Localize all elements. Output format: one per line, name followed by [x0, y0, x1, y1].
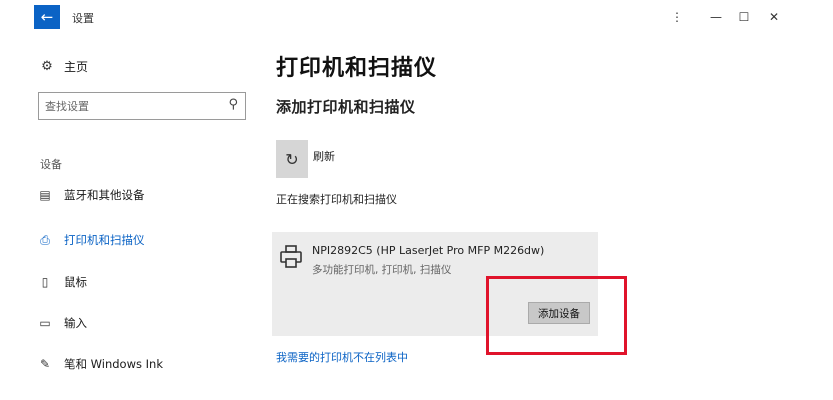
- sidebar-item-label: 输入: [64, 316, 87, 330]
- home-label: 主页: [64, 60, 89, 74]
- printer-not-listed-link[interactable]: 我需要的打印机不在列表中: [276, 349, 408, 365]
- window-title: 设置: [72, 12, 94, 25]
- section-label-devices: 设备: [40, 158, 62, 171]
- back-arrow-icon: ←: [40, 8, 54, 26]
- search-input[interactable]: [45, 98, 215, 114]
- sidebar-item-mouse[interactable]: ▯ 鼠标: [38, 271, 87, 293]
- search-icon[interactable]: ⚲: [228, 97, 238, 112]
- sidebar-item-pen[interactable]: ✎ 笔和 Windows Ink: [38, 353, 163, 375]
- search-box: ⚲: [38, 92, 246, 120]
- maximize-button[interactable]: ☐: [734, 7, 754, 27]
- close-button[interactable]: ✕: [764, 7, 784, 27]
- refresh-button[interactable]: ↻: [276, 140, 308, 178]
- minimize-icon: —: [710, 10, 722, 24]
- sidebar-home[interactable]: ⚙ 主页: [40, 58, 88, 75]
- close-icon: ✕: [768, 10, 780, 24]
- add-printers-heading: 添加打印机和扫描仪: [276, 98, 416, 116]
- sidebar-item-label: 笔和 Windows Ink: [64, 357, 163, 371]
- sidebar-item-label: 蓝牙和其他设备: [64, 188, 145, 202]
- sidebar-item-typing[interactable]: ▭ 输入: [38, 312, 87, 334]
- maximize-icon: ☐: [738, 10, 750, 24]
- sidebar-item-bluetooth[interactable]: ▤ 蓝牙和其他设备: [38, 184, 145, 206]
- mouse-icon: ▯: [41, 275, 49, 289]
- device-type: 多功能打印机, 打印机, 扫描仪: [312, 264, 452, 276]
- keyboard-icon: ▭: [39, 316, 51, 330]
- refresh-icon: ↻: [285, 149, 299, 169]
- sidebar-item-label: 鼠标: [64, 275, 87, 289]
- refresh-label: 刷新: [313, 150, 335, 163]
- printer-icon: ⎙: [40, 232, 50, 247]
- title-bar: ← 设置 ⋮ — ☐ ✕: [0, 0, 833, 34]
- bluetooth-devices-icon: ▤: [39, 188, 51, 202]
- page-title: 打印机和扫描仪: [276, 56, 438, 81]
- pen-icon: ✎: [39, 357, 51, 371]
- highlight-annotation: [486, 276, 627, 355]
- home-gear-icon: ⚙: [41, 59, 53, 74]
- sidebar-item-printers[interactable]: ⎙ 打印机和扫描仪: [38, 229, 145, 251]
- searching-status: 正在搜索打印机和扫描仪: [276, 193, 397, 206]
- back-button[interactable]: ←: [34, 5, 60, 29]
- minimize-button[interactable]: —: [706, 7, 726, 27]
- device-printer-icon: [280, 245, 302, 268]
- more-icon: ⋮: [671, 10, 683, 24]
- device-name: NPI2892C5 (HP LaserJet Pro MFP M226dw): [312, 244, 545, 257]
- more-button[interactable]: ⋮: [667, 7, 687, 27]
- sidebar-item-label: 打印机和扫描仪: [64, 233, 145, 247]
